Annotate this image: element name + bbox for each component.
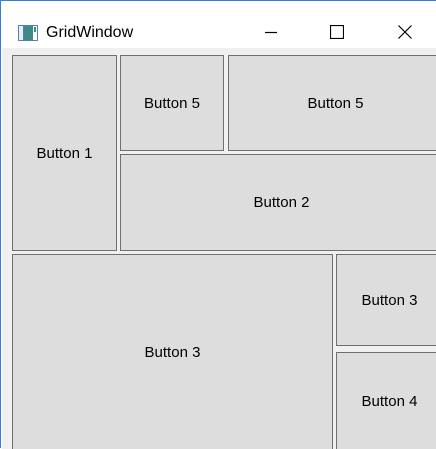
button-3-small[interactable]: Button 3 [336,254,436,346]
minimize-icon [265,31,277,34]
button-4[interactable]: Button 4 [336,352,436,449]
maximize-button[interactable] [314,13,360,51]
close-button[interactable] [382,13,428,51]
grid-client-area: Button 1 Button 5 Button 5 Button 2 Butt… [2,48,436,449]
button-3-large[interactable]: Button 3 [12,254,333,449]
button-3-large-label: Button 3 [144,344,201,361]
title-bar[interactable]: GridWindow [2,2,436,47]
button-5-right[interactable]: Button 5 [228,55,436,151]
button-1[interactable]: Button 1 [12,55,117,251]
button-4-label: Button 4 [361,393,418,410]
button-2[interactable]: Button 2 [120,154,436,251]
main-window: GridWindow Button 1 Button 5 Button 5 Bu… [0,0,436,449]
button-5-left[interactable]: Button 5 [120,55,224,151]
app-window-icon [18,25,38,41]
button-5-right-label: Button 5 [307,94,364,112]
button-3-small-label: Button 3 [361,291,418,309]
button-2-label: Button 2 [253,194,310,211]
minimize-button[interactable] [248,13,294,51]
button-1-label: Button 1 [36,144,93,162]
window-title: GridWindow [46,24,134,41]
maximize-icon [330,25,344,39]
close-icon [398,25,412,39]
button-5-left-label: Button 5 [144,94,200,112]
